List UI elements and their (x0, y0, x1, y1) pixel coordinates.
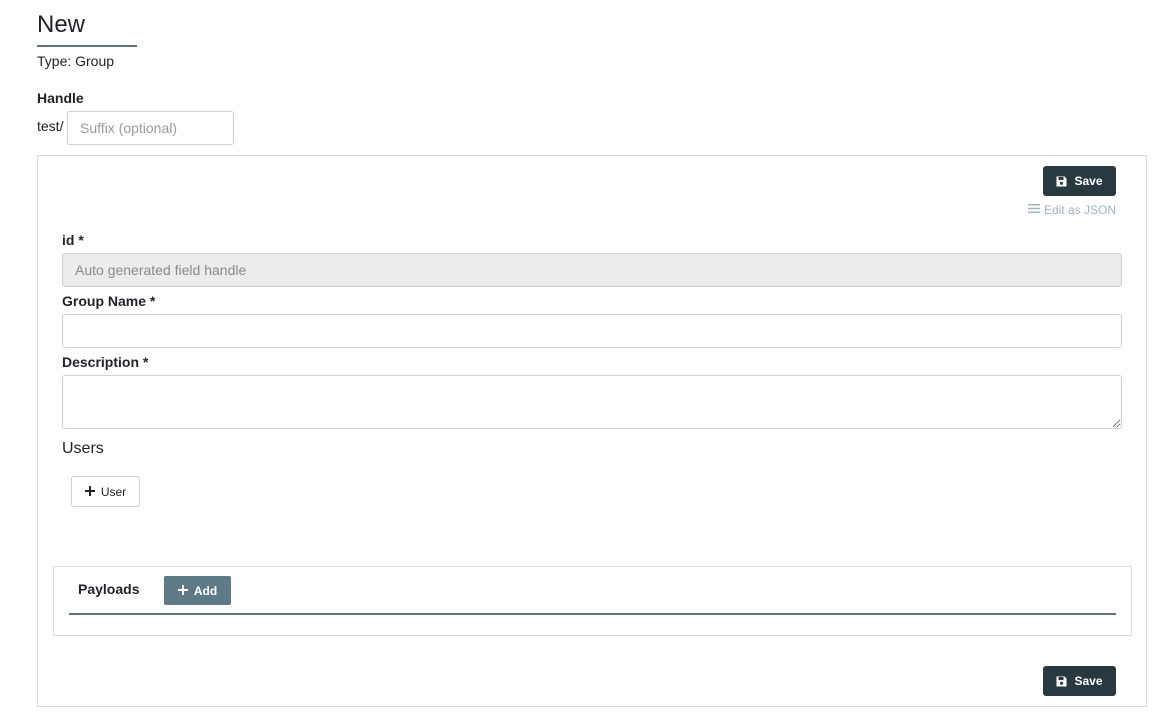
users-heading: Users (62, 440, 104, 457)
payloads-divider (69, 613, 1116, 615)
page-title: New (37, 11, 86, 38)
description-label: Description * (62, 354, 149, 370)
add-user-button[interactable]: User (71, 476, 140, 507)
plus-icon (84, 485, 95, 499)
group-name-label: Group Name * (62, 293, 156, 309)
id-label: id * (62, 232, 84, 248)
add-payload-label: Add (193, 583, 218, 598)
title-underline (37, 45, 137, 47)
edit-as-json-link[interactable]: Edit as JSON (1027, 203, 1116, 217)
form-panel: Save Edit as JSON id * Group Name * Desc… (37, 155, 1147, 707)
payloads-label: Payloads (78, 581, 140, 597)
plus-icon (177, 584, 188, 598)
save-button-bottom[interactable]: Save (1043, 666, 1116, 696)
description-field[interactable] (62, 375, 1122, 429)
save-button-top[interactable]: Save (1043, 166, 1116, 196)
save-button-label: Save (1074, 674, 1103, 688)
handle-suffix-input[interactable] (67, 111, 234, 145)
list-lines-icon (1027, 203, 1040, 217)
id-field (62, 253, 1122, 287)
add-payload-button[interactable]: Add (164, 576, 231, 605)
type-label: Type: Group (37, 53, 115, 69)
handle-label: Handle (37, 90, 84, 106)
payloads-section: Payloads Add (53, 566, 1132, 636)
floppy-disk-icon (1056, 676, 1067, 687)
add-user-label: User (100, 484, 127, 499)
handle-prefix: test/ (37, 118, 64, 134)
save-button-label: Save (1074, 174, 1103, 188)
edit-as-json-label: Edit as JSON (1043, 203, 1116, 217)
group-name-field[interactable] (62, 314, 1122, 348)
floppy-disk-icon (1056, 176, 1067, 187)
